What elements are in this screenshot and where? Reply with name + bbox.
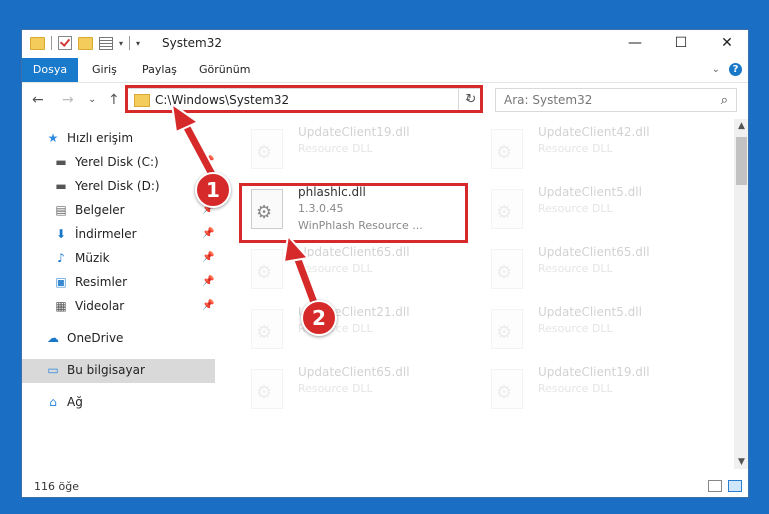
- annotation-arrows: [170, 101, 322, 314]
- callout-badge-2: 2: [301, 300, 337, 336]
- callout-badge-1: 1: [195, 172, 231, 208]
- arrow-2-head: [282, 233, 310, 264]
- arrow-1-head: [170, 101, 201, 134]
- arrow-1: [180, 118, 218, 182]
